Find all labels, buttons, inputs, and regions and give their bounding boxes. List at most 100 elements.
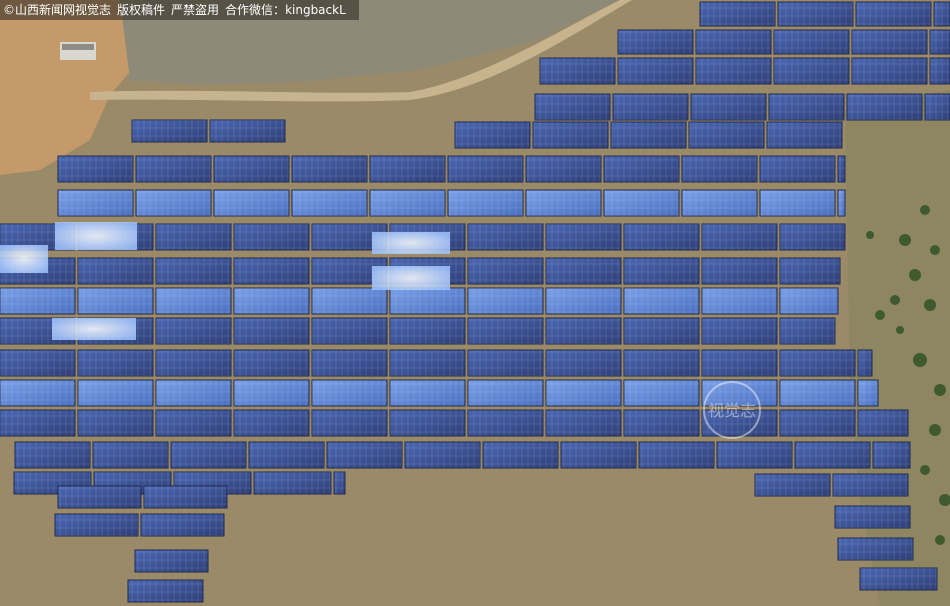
panel-cells xyxy=(234,258,309,284)
panel-cells xyxy=(468,258,543,284)
panel-cells xyxy=(618,58,693,84)
panel-cells xyxy=(468,380,543,406)
panel-cells xyxy=(390,350,465,376)
panel-cells xyxy=(780,224,845,250)
panel-cells xyxy=(546,350,621,376)
panel-cells xyxy=(858,350,872,376)
panel-cells xyxy=(535,94,610,120)
panel-cells xyxy=(852,30,927,54)
small-building xyxy=(60,42,96,60)
panel-cells xyxy=(156,258,231,284)
panel-cells xyxy=(533,122,608,148)
panel-cells xyxy=(214,190,289,216)
panel-cells xyxy=(55,514,138,536)
panel-cells xyxy=(448,190,523,216)
panel-cells xyxy=(838,190,845,216)
panel-cells xyxy=(702,258,777,284)
panel-cells xyxy=(468,224,543,250)
panel-cells xyxy=(696,58,771,84)
panel-cells xyxy=(312,288,387,314)
panel-cells xyxy=(780,258,840,284)
panel-cells xyxy=(780,318,835,344)
panel-cells xyxy=(873,442,910,468)
panel-cells xyxy=(132,120,207,142)
panel-cells xyxy=(546,318,621,344)
panel-cells xyxy=(930,30,950,54)
panel-cells xyxy=(546,224,621,250)
panel-cells xyxy=(249,442,324,468)
panel-cells xyxy=(390,318,465,344)
panel-cells xyxy=(327,442,402,468)
glare-spot xyxy=(55,222,137,250)
panel-cells xyxy=(78,258,153,284)
panel-cells xyxy=(613,94,688,120)
panel-cells xyxy=(858,380,878,406)
panel-cells xyxy=(136,190,211,216)
caption-contact-id: kingbackL xyxy=(285,3,346,17)
watermark-logo: 视觉志 xyxy=(703,381,761,439)
panel-cells xyxy=(795,442,870,468)
panel-cells xyxy=(390,288,465,314)
panel-cells xyxy=(370,156,445,182)
panel-cells xyxy=(925,94,950,120)
panel-cells xyxy=(156,318,231,344)
panel-cells xyxy=(780,288,838,314)
panel-cells xyxy=(934,2,950,26)
panel-cells xyxy=(767,122,842,148)
panel-cells xyxy=(682,156,757,182)
panel-cells xyxy=(755,474,830,496)
panel-cells xyxy=(604,156,679,182)
panel-cells xyxy=(0,288,75,314)
panel-cells xyxy=(691,94,766,120)
panel-cells xyxy=(624,258,699,284)
panel-cells xyxy=(760,156,835,182)
caption-source: 山西新闻网视觉志 xyxy=(15,3,112,17)
panel-cells xyxy=(141,514,224,536)
panel-cells xyxy=(390,380,465,406)
panel-cells xyxy=(546,410,621,436)
panel-cells xyxy=(448,156,523,182)
panel-cells xyxy=(611,122,686,148)
panel-cells xyxy=(0,380,75,406)
panel-cells xyxy=(561,442,636,468)
panel-cells xyxy=(334,472,345,494)
glare-spot xyxy=(52,318,136,340)
panel-cells xyxy=(78,380,153,406)
panel-cells xyxy=(838,538,913,560)
glare-spot xyxy=(0,245,48,273)
panel-cells xyxy=(696,30,771,54)
panel-cells xyxy=(546,380,621,406)
panel-cells xyxy=(778,2,853,26)
panel-cells xyxy=(156,380,231,406)
panel-cells xyxy=(702,224,777,250)
panel-cells xyxy=(760,190,835,216)
panel-cells xyxy=(468,410,543,436)
panel-cells xyxy=(546,258,621,284)
panel-cells xyxy=(210,120,285,142)
panel-cells xyxy=(78,410,153,436)
panel-cells xyxy=(78,350,153,376)
panel-cells xyxy=(234,410,309,436)
panel-cells xyxy=(58,190,133,216)
panel-cells xyxy=(483,442,558,468)
panel-cells xyxy=(0,350,75,376)
panel-cells xyxy=(546,288,621,314)
aerial-photo: ©山西新闻网视觉志 版权稿件 严禁盗用 合作微信：kingbackL 视觉志 xyxy=(0,0,950,606)
glare-spot xyxy=(372,266,450,290)
panel-cells xyxy=(526,156,601,182)
panel-cells xyxy=(702,318,777,344)
panel-cells xyxy=(93,442,168,468)
panel-cells xyxy=(682,190,757,216)
panel-cells xyxy=(468,350,543,376)
panel-cells xyxy=(312,410,387,436)
panel-cells xyxy=(171,442,246,468)
panel-cells xyxy=(292,190,367,216)
caption-prohibition: 严禁盗用 xyxy=(171,3,220,17)
panel-cells xyxy=(860,568,937,590)
panel-cells xyxy=(774,30,849,54)
panel-cells xyxy=(468,318,543,344)
panel-cells xyxy=(58,156,133,182)
panel-cells xyxy=(702,350,777,376)
panel-cells xyxy=(135,550,208,572)
panel-cells xyxy=(769,94,844,120)
